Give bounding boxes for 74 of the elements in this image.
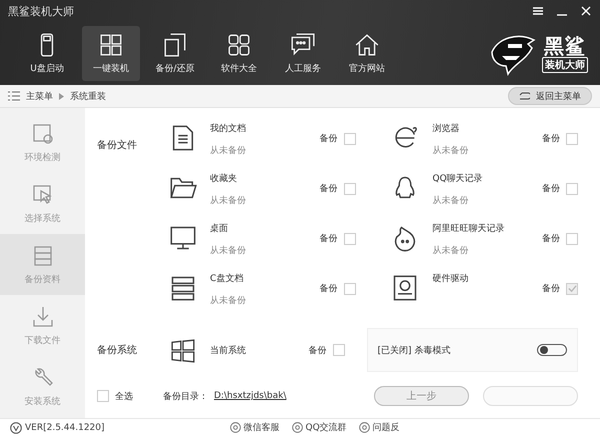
back-button[interactable]: 返回主菜单 bbox=[508, 87, 592, 105]
footer-link[interactable]: 微信客服 bbox=[244, 421, 280, 434]
nav-tab[interactable]: 软件大全 bbox=[210, 26, 268, 81]
logo-subtitle: 装机大师 bbox=[542, 56, 588, 72]
item-name: 桌面 bbox=[210, 222, 229, 235]
menu-icon[interactable] bbox=[532, 5, 544, 17]
close-icon[interactable] bbox=[580, 5, 592, 17]
nav-tab[interactable]: U盘启动 bbox=[18, 26, 76, 81]
breadcrumb-item[interactable]: 主菜单 bbox=[26, 90, 53, 102]
option-label: 备份 bbox=[320, 232, 338, 245]
section-label: 备份系统 bbox=[97, 344, 138, 357]
breadcrumb-item: 系统重装 bbox=[70, 90, 106, 102]
item-name: 硬件驱动 bbox=[432, 272, 470, 285]
checkbox[interactable] bbox=[97, 390, 109, 402]
item-name: 阿里旺旺聊天记录 bbox=[432, 222, 506, 235]
option-label: 备份 bbox=[542, 132, 560, 145]
select-all-label: 全选 bbox=[115, 390, 133, 402]
option-label: 备份 bbox=[542, 282, 560, 295]
return-arrow-icon bbox=[519, 92, 530, 100]
checkbox[interactable] bbox=[344, 182, 356, 194]
backup-status: 从未备份 bbox=[210, 194, 247, 207]
item-name: C盘文档 bbox=[210, 272, 244, 285]
version-icon bbox=[10, 422, 22, 434]
option-label: 备份 bbox=[320, 282, 338, 295]
checkbox[interactable] bbox=[566, 232, 578, 244]
nav-tab[interactable]: 官方网站 bbox=[338, 26, 396, 81]
download-icon bbox=[30, 304, 54, 328]
option-label: 备份 bbox=[320, 132, 338, 145]
item-name: 收藏夹 bbox=[210, 172, 238, 185]
copy-icon bbox=[162, 32, 188, 58]
footer-link[interactable]: 问题反 bbox=[372, 421, 400, 434]
backup-status: 从未备份 bbox=[210, 144, 247, 157]
backup-status: 从未备份 bbox=[432, 244, 470, 257]
toggle-switch[interactable] bbox=[537, 344, 567, 356]
logo-title: 黑鲨 bbox=[544, 34, 586, 56]
option-label: 备份 bbox=[542, 182, 560, 195]
backup-status: 从未备份 bbox=[432, 194, 470, 207]
version-text: VER[2.5.44.1220] bbox=[25, 422, 105, 432]
next-button[interactable] bbox=[483, 386, 578, 406]
option-label: 备份 bbox=[320, 182, 338, 195]
list-icon bbox=[8, 91, 20, 101]
nav-tab[interactable]: 一键装机 bbox=[82, 26, 140, 81]
checkbox[interactable] bbox=[566, 182, 578, 194]
drive-stack-icon bbox=[168, 274, 196, 302]
backup-status: 从未备份 bbox=[210, 294, 247, 307]
backup-dir-label: 备份目录： bbox=[163, 390, 208, 402]
windows-icon bbox=[170, 338, 196, 364]
section-label: 备份文件 bbox=[97, 138, 138, 153]
windows-icon bbox=[98, 32, 124, 58]
grid-icon bbox=[226, 32, 252, 58]
backup-status: 从未备份 bbox=[432, 144, 470, 157]
cursor-icon bbox=[30, 182, 54, 206]
option-label: 备份 bbox=[308, 344, 326, 356]
checkbox[interactable] bbox=[344, 232, 356, 244]
footer-link[interactable]: QQ交流群 bbox=[306, 421, 347, 434]
option-label: 备份 bbox=[542, 232, 560, 245]
chevron-icon bbox=[59, 92, 64, 100]
backup-dir-link[interactable]: D:\hsxtzjds\bak\ bbox=[214, 391, 286, 401]
checkbox[interactable] bbox=[344, 132, 356, 144]
checkbox[interactable] bbox=[566, 132, 578, 144]
checkbox[interactable] bbox=[344, 282, 356, 294]
backup-status: 从未备份 bbox=[210, 244, 247, 257]
item-name: 当前系统 bbox=[210, 344, 247, 356]
checkbox[interactable] bbox=[332, 344, 344, 356]
chat-icon bbox=[290, 32, 316, 58]
antivirus-label: [已关闭] 杀毒模式 bbox=[378, 344, 450, 356]
item-name: 我的文档 bbox=[210, 122, 247, 135]
monitor-icon bbox=[168, 224, 196, 252]
window-title: 黑鲨装机大师 bbox=[8, 4, 75, 18]
item-name: QQ聊天记录 bbox=[432, 172, 484, 185]
item-name: 浏览器 bbox=[432, 122, 460, 135]
home-icon bbox=[354, 32, 380, 58]
nav-tab[interactable]: 备份/还原 bbox=[146, 26, 204, 81]
nav-tab[interactable]: 人工服务 bbox=[274, 26, 332, 81]
